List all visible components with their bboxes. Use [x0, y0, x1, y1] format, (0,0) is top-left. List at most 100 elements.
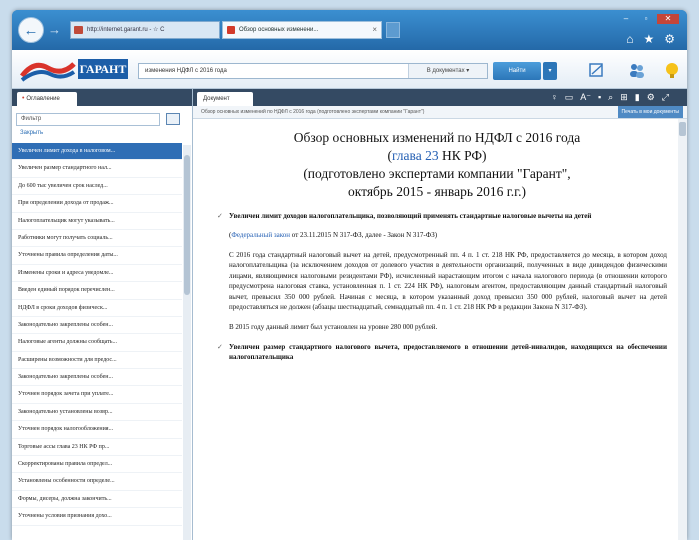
list-item[interactable]: Законодательно закреплены особен...: [12, 317, 182, 335]
app-window: ← → http://internet.garant.ru - ☆ C Обзо…: [12, 10, 687, 540]
contents-panel: • Оглавление Фильтр Закрыть Увеличен лим…: [12, 89, 193, 540]
list-item[interactable]: Введен единый порядок перечислен...: [12, 282, 182, 300]
favorites-star-icon[interactable]: ★: [643, 32, 654, 46]
contents-scrollbar[interactable]: [183, 145, 191, 540]
toolbar-icon[interactable]: ⚙: [647, 91, 655, 104]
site-favicon-icon: [74, 26, 83, 34]
list-item[interactable]: Изменены сроки и адреса уведомле...: [12, 265, 182, 283]
tab-document[interactable]: Документ: [197, 92, 253, 106]
list-item[interactable]: Законодательно закреплены особен...: [12, 369, 182, 387]
scroll-thumb[interactable]: [184, 155, 190, 295]
list-item[interactable]: Увеличен лимит дохода в налоговом...: [12, 143, 182, 161]
tab-close-icon[interactable]: ×: [372, 22, 377, 38]
list-item[interactable]: Уточнены правила определения даты...: [12, 247, 182, 265]
document-title: Обзор основных изменений по НДФЛ с 2016 …: [207, 129, 667, 201]
toolbar-icon[interactable]: ⌕: [608, 91, 613, 104]
toolbar-icon[interactable]: ⊞: [620, 91, 628, 104]
logo-text: ГАРАНТ: [78, 59, 128, 79]
browser-bar: ← → http://internet.garant.ru - ☆ C Обзо…: [12, 10, 687, 50]
back-arrow-icon: ←: [23, 21, 39, 39]
list-item[interactable]: До 600 тыс увеличен срок наслед...: [12, 178, 182, 196]
toolbar-icon[interactable]: ▭: [565, 91, 574, 104]
find-dropdown-button[interactable]: ▾: [543, 62, 557, 80]
find-button[interactable]: Найти: [493, 62, 541, 80]
limit-paragraph: В 2015 году данный лимит был установлен …: [229, 322, 438, 331]
tab-contents[interactable]: • Оглавление: [17, 92, 77, 106]
forward-arrow-icon: →: [48, 22, 61, 37]
filter-button[interactable]: [166, 113, 180, 125]
chapter-link[interactable]: глава 23: [392, 148, 439, 163]
toolbar-icon[interactable]: ⤢: [662, 91, 669, 104]
title-line-1: Обзор основных изменений по НДФЛ с 2016 …: [293, 130, 581, 145]
window-controls: – ▫ ✕: [617, 14, 679, 24]
law-reference-paragraph: (Федеральный закон от 23.11.2015 N 317-Ф…: [229, 230, 667, 241]
toolbar-icon[interactable]: ♀: [551, 91, 558, 104]
scroll-thumb[interactable]: [679, 122, 686, 136]
breadcrumb-text: Обзор основных изменений по НДФЛ с 2016 …: [201, 109, 425, 115]
list-item[interactable]: Уточнены условия признания дохо...: [12, 508, 182, 526]
list-item[interactable]: Законодательно установлены возвр...: [12, 404, 182, 422]
home-icon[interactable]: ⌂: [626, 32, 633, 46]
forward-button[interactable]: →: [48, 22, 62, 38]
search-scope-select[interactable]: В документах ▾: [408, 64, 487, 78]
list-item[interactable]: Уточнен порядок зачета при уплате...: [12, 386, 182, 404]
list-item[interactable]: Торговые ассы глава 23 НК РФ пр...: [12, 439, 182, 457]
section-heading-1: ✓ Увеличен лимит доходов налогоплательщи…: [207, 211, 667, 221]
document-scrollbar[interactable]: [678, 119, 687, 540]
tab-title: Обзор основных изменени...: [239, 27, 319, 33]
new-tab-button[interactable]: [386, 22, 400, 38]
contents-list: Увеличен лимит дохода в налоговом... Увел…: [12, 143, 182, 526]
address-text: http://internet.garant.ru - ☆ C: [87, 27, 165, 33]
list-item[interactable]: Увеличен размер стандартного нал...: [12, 160, 182, 178]
toolbar-icon[interactable]: ▮: [635, 91, 640, 104]
list-item[interactable]: Налоговые агенты должны сообщать...: [12, 334, 182, 352]
contents-tabbar: • Оглавление: [12, 89, 192, 106]
back-button[interactable]: ←: [18, 17, 44, 43]
list-item[interactable]: Скорректированы правила определ...: [12, 456, 182, 474]
garant-logo[interactable]: ГАРАНТ: [20, 56, 132, 82]
settings-gear-icon[interactable]: ⚙: [664, 32, 675, 46]
tab-contents-label: Оглавление: [26, 96, 60, 102]
document-tool-icon[interactable]: [587, 60, 607, 80]
check-icon: ✓: [217, 212, 223, 220]
browser-tab[interactable]: Обзор основных изменени... ×: [222, 21, 382, 39]
section-heading-2: ✓ Увеличен размер стандартного налоговог…: [207, 342, 667, 362]
close-link[interactable]: Закрыть: [20, 130, 43, 136]
title-line-3: (подготовлено экспертами компании "Гаран…: [303, 166, 571, 181]
list-item[interactable]: Работники могут получать социаль...: [12, 230, 182, 248]
list-item[interactable]: НДФЛ в сроки доходов физическ...: [12, 300, 182, 317]
list-item[interactable]: Налогоплательщик могут указывать...: [12, 213, 182, 230]
lightbulb-icon[interactable]: [662, 60, 682, 80]
breadcrumb: Обзор основных изменений по НДФЛ с 2016 …: [193, 106, 687, 119]
document-panel: Документ ♀ ▭ A⁻ ▪ ⌕ ⊞ ▮ ⚙ ⤢ Обзор основных измен…: [193, 89, 687, 540]
close-window-button[interactable]: ✕: [657, 14, 679, 24]
title-line-2: (глава 23 НК РФ): [207, 147, 667, 165]
list-item[interactable]: Уточнен порядок налогообложения...: [12, 421, 182, 439]
toolbar-icon[interactable]: A⁻: [580, 91, 591, 104]
toolbar-icon[interactable]: ▪: [598, 91, 601, 104]
section-heading-2-text: Увеличен размер стандартного налогового …: [229, 343, 667, 361]
contents-filter-input[interactable]: Фильтр: [16, 113, 160, 126]
document-body: Обзор основных изменений по НДФЛ с 2016 …: [207, 129, 667, 362]
browser-icons: ⌂ ★ ⚙: [626, 32, 675, 46]
search-value: изменения НДФЛ с 2016 года: [145, 68, 227, 74]
document-toolbar-icons: ♀ ▭ A⁻ ▪ ⌕ ⊞ ▮ ⚙ ⤢: [551, 91, 669, 104]
check-icon: ✓: [217, 343, 223, 351]
tab-favicon-icon: [227, 26, 235, 34]
address-bar[interactable]: http://internet.garant.ru - ☆ C: [70, 21, 220, 39]
document-tabbar: Документ ♀ ▭ A⁻ ▪ ⌕ ⊞ ▮ ⚙ ⤢: [193, 89, 687, 106]
logo-emblem-icon: [20, 62, 76, 82]
section-heading-1-text: Увеличен лимит доходов налогоплательщика…: [229, 212, 592, 220]
minimize-button[interactable]: –: [617, 14, 635, 24]
save-to-my-documents-link[interactable]: Печать в мои документы: [617, 106, 683, 118]
list-item[interactable]: Установлены особенности определе...: [12, 473, 182, 491]
federal-law-link[interactable]: Федеральный закон: [231, 231, 290, 239]
list-item[interactable]: Расширены возможности для предос...: [12, 352, 182, 370]
maximize-button[interactable]: ▫: [637, 14, 655, 24]
list-item[interactable]: Формы, дисеры, должна закончить...: [12, 491, 182, 509]
users-icon[interactable]: [627, 60, 647, 80]
title-after-link: НК РФ): [441, 148, 487, 163]
main-paragraph: С 2016 года стандартный налоговый вычет …: [229, 250, 667, 312]
title-line-4: октябрь 2015 - январь 2016 г.г.): [347, 184, 526, 199]
list-item[interactable]: При определении дохода от продаж...: [12, 195, 182, 213]
